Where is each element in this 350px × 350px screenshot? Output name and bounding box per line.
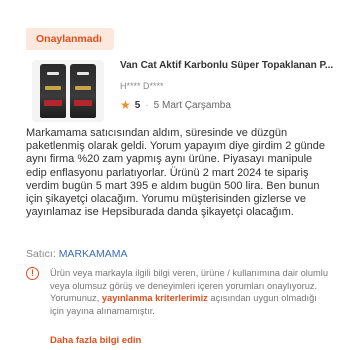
more-info-link[interactable]: Daha fazla bilgi edin [50,335,141,346]
litter-bag-image [70,64,96,118]
seller-row: Satıcı: MARKAMAMA [26,248,128,260]
criteria-link[interactable]: yayınlanma kriterlerimiz [102,293,208,303]
seller-label: Satıcı: [26,248,56,260]
litter-bag-image [40,64,66,118]
notice-text: Ürün veya markayla ilgili bilgi veren, ü… [50,267,330,317]
reviewer-name: H**** D**** [120,81,164,91]
star-icon: ★ [120,98,131,112]
product-name[interactable]: Van Cat Aktif Karbonlu Süper Topaklanan … [120,60,346,71]
review-text: Markamama satıcısından aldım, süresinde … [26,127,325,219]
rating-row: ★ 5 · 5 Mart Çarşamba [120,98,231,112]
review-card: Onaylanmadı Van Cat Aktif Karbonlu Süper… [26,0,350,350]
status-badge: Onaylanmadı [26,28,114,50]
review-date: 5 Mart Çarşamba [153,99,231,111]
rating-score: 5 [134,99,141,111]
separator-dot: · [145,99,149,111]
seller-link[interactable]: MARKAMAMA [59,248,128,260]
product-image[interactable] [32,60,104,122]
info-icon: ! [26,267,39,280]
